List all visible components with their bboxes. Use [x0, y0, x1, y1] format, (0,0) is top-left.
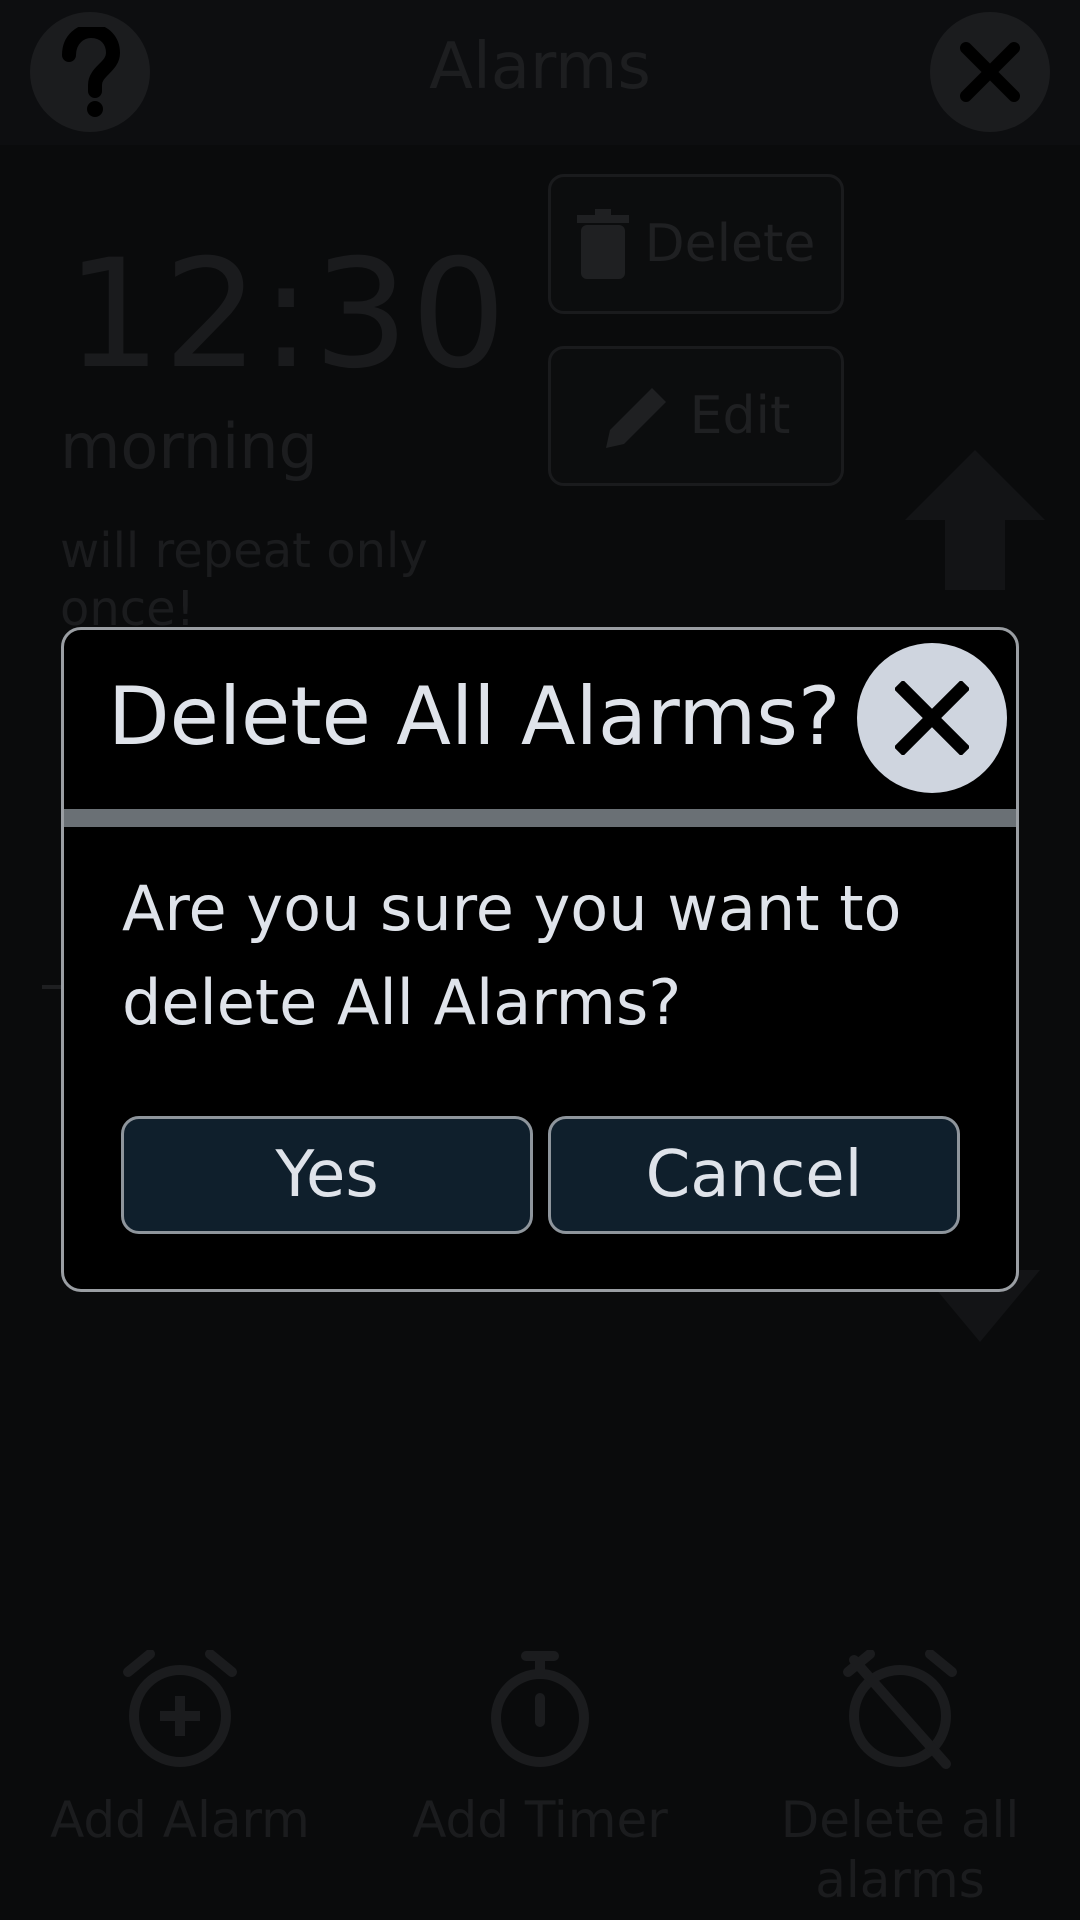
- app-root: Alarms 12:30 morning will repeat only on…: [0, 0, 1080, 1920]
- alarm-repeat-info: will repeat only once!: [60, 523, 428, 637]
- dialog-message: Are you sure you want to delete All Alar…: [122, 872, 902, 1039]
- header-bar: Alarms: [0, 0, 1080, 145]
- alarm-time: 12:30: [66, 228, 509, 402]
- alarm-off-icon: [843, 1650, 957, 1769]
- timer-icon: [491, 1651, 589, 1767]
- scroll-up-arrow-icon[interactable]: [905, 450, 1045, 590]
- alarm-add-icon: [123, 1650, 237, 1767]
- alarm-period: morning: [60, 410, 318, 483]
- edit-alarm-button[interactable]: Edit: [548, 346, 844, 486]
- confirm-dialog: Delete All Alarms? Are you sure you want…: [61, 627, 1019, 1292]
- dialog-close-button[interactable]: [857, 643, 1007, 793]
- delete-all-label: Delete all alarms: [780, 1791, 1020, 1909]
- delete-all-alarms-button[interactable]: Delete all alarms: [750, 1650, 1050, 1910]
- add-timer-label: Add Timer: [412, 1791, 668, 1849]
- dialog-divider: [64, 809, 1016, 827]
- add-alarm-button[interactable]: Add Alarm: [30, 1650, 330, 1850]
- pencil-icon: [605, 388, 666, 448]
- dialog-title: Delete All Alarms?: [108, 670, 841, 763]
- delete-alarm-button[interactable]: Delete: [548, 174, 844, 314]
- close-icon: [895, 681, 969, 755]
- close-icon: [960, 42, 1020, 102]
- cancel-button[interactable]: Cancel: [548, 1116, 960, 1234]
- close-button[interactable]: [930, 12, 1050, 132]
- trash-icon: [576, 209, 629, 279]
- add-timer-button[interactable]: Add Timer: [390, 1650, 690, 1850]
- edit-label: Edit: [689, 386, 791, 446]
- page-title: Alarms: [429, 30, 651, 104]
- add-alarm-label: Add Alarm: [50, 1791, 310, 1849]
- yes-button[interactable]: Yes: [121, 1116, 533, 1234]
- delete-label: Delete: [644, 214, 816, 274]
